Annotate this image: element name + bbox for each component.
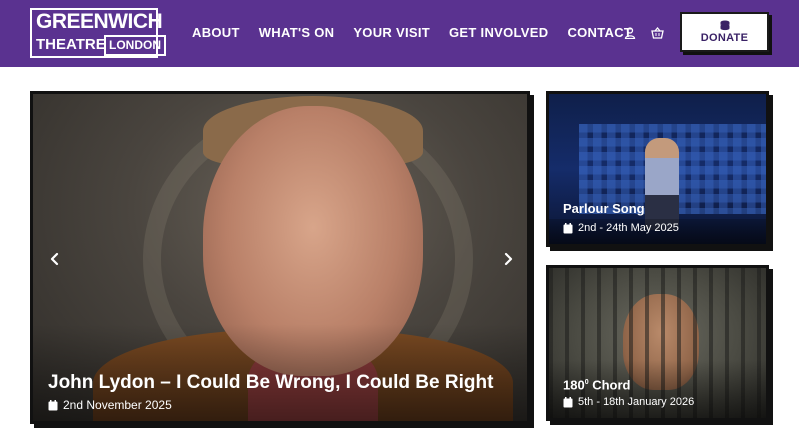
event-date-text: 5th - 18th January 2026 [578, 396, 695, 408]
site-logo[interactable]: GREENWICH THEATRE LONDON [30, 8, 166, 58]
event-title-main: 180 [563, 377, 585, 393]
user-icon[interactable] [624, 27, 636, 39]
calendar-icon [48, 399, 58, 410]
event-date: 5th - 18th January 2026 [563, 396, 694, 408]
nav-your-visit[interactable]: YOUR VISIT [353, 24, 430, 42]
prev-slide-arrow-icon[interactable] [47, 251, 63, 267]
coins-icon [720, 20, 729, 31]
calendar-icon [563, 222, 573, 233]
event-date-text: 2nd - 24th May 2025 [578, 222, 679, 234]
nav-about[interactable]: ABOUT [192, 24, 240, 42]
hero-date: 2nd November 2025 [48, 398, 172, 412]
logo-box: LONDON [104, 35, 166, 56]
site-header: GREENWICH THEATRE LONDON ABOUT WHAT'S ON… [0, 0, 799, 67]
donate-button[interactable]: DONATE [680, 12, 769, 52]
event-card-parlour-song[interactable]: Parlour Song 2nd - 24th May 2025 [546, 91, 769, 247]
next-slide-arrow-icon[interactable] [500, 251, 516, 267]
event-card-180-chord[interactable]: 1800 Chord 5th - 18th January 2026 [546, 265, 769, 421]
hero-title[interactable]: John Lydon – I Could Be Wrong, I Could B… [48, 371, 493, 395]
hero-slide-john-lydon[interactable]: John Lydon – I Could Be Wrong, I Could B… [30, 91, 530, 424]
logo-line1: GREENWICH [36, 10, 163, 33]
logo-line2: THEATRE [36, 36, 106, 53]
donate-label: DONATE [700, 32, 749, 44]
main-nav: ABOUT WHAT'S ON YOUR VISIT GET INVOLVED … [192, 24, 632, 42]
hero-date-text: 2nd November 2025 [63, 398, 172, 412]
calendar-icon [563, 396, 573, 407]
event-title-rest: Chord [588, 377, 631, 393]
nav-get-involved[interactable]: GET INVOLVED [449, 24, 548, 42]
event-title[interactable]: Parlour Song [563, 200, 645, 218]
event-date: 2nd - 24th May 2025 [563, 222, 679, 234]
nav-contact[interactable]: CONTACT [567, 24, 632, 42]
nav-whats-on[interactable]: WHAT'S ON [259, 24, 335, 42]
event-title[interactable]: 1800 Chord [563, 374, 631, 394]
basket-icon[interactable] [651, 27, 664, 39]
event-image-actor [645, 138, 679, 230]
